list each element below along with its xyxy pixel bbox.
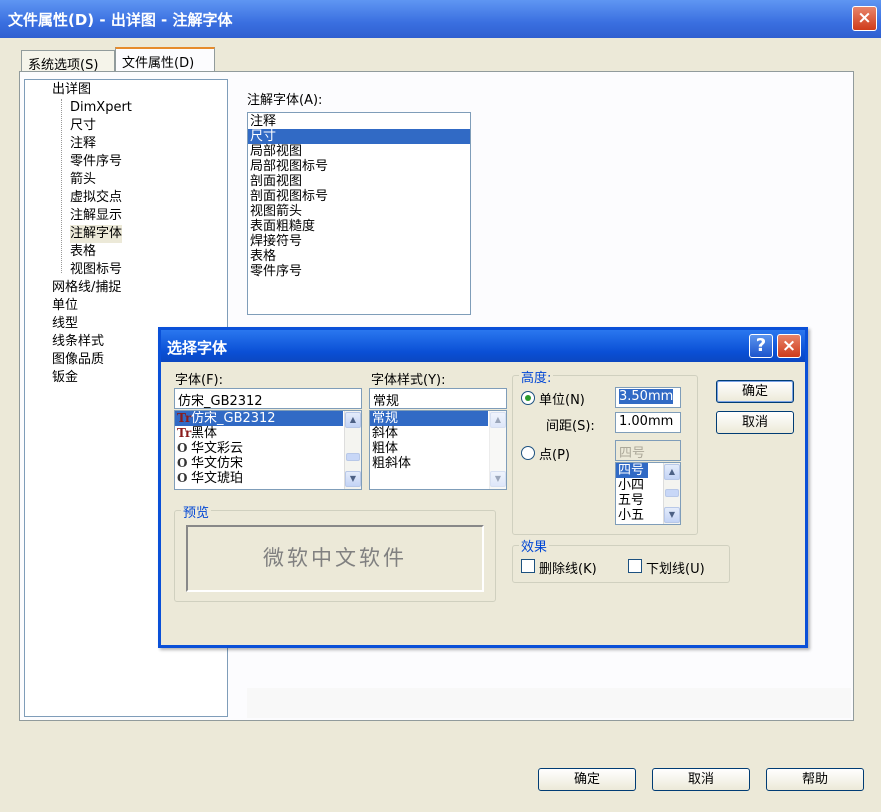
scroll-down-icon: ▼ [490,471,506,487]
list-item[interactable]: 零件序号 [248,264,470,279]
list-item[interactable]: 剖面视图标号 [248,189,470,204]
list-item[interactable]: 局部视图 [248,144,470,159]
truetype-font-icon: Tr [177,411,192,425]
list-item-selected[interactable]: 四号 [616,463,648,478]
tree-item-virtual-sharps[interactable]: 虚拟交点 [70,189,122,207]
scroll-down-icon[interactable]: ▼ [345,471,361,487]
window-title: 文件属性(D) - 出详图 - 注解字体 [8,11,233,29]
annotation-font-label: 注解字体(A): [247,93,323,108]
tab-document-properties[interactable]: 文件属性(D) [115,47,215,72]
tree-line [61,99,62,273]
font-label: 字体(F): [175,373,224,388]
scroll-down-icon[interactable]: ▼ [664,507,680,523]
dialog-ok-button[interactable]: 确定 [716,380,794,403]
scroll-up-icon: ▲ [490,412,506,428]
list-item[interactable]: 注释 [248,114,470,129]
spacing-input[interactable]: 1.00mm [615,412,681,433]
tree-item-grid-snap[interactable]: 网格线/捕捉 [52,279,121,297]
scroll-thumb[interactable] [346,453,360,461]
dialog-close-icon[interactable]: × [777,334,801,358]
list-item[interactable]: 粗斜体 [370,456,506,471]
tree-item-detailing[interactable]: 出详图 [52,81,91,99]
font-preview: 微软中文软件 [186,525,484,592]
list-item-selected[interactable]: Tr仿宋_GB2312 [175,411,343,426]
list-item[interactable]: 视图箭头 [248,204,470,219]
opentype-font-icon: O [177,471,188,485]
font-style-label: 字体样式(Y): [371,373,446,388]
style-list-scrollbar: ▲ ▼ [489,411,506,489]
underline-label: 下划线(U) [646,562,705,577]
list-item[interactable]: 粗体 [370,441,506,456]
height-group-title: 高度: [519,367,554,386]
window-close-icon[interactable]: × [852,6,877,31]
scroll-up-icon[interactable]: ▲ [664,464,680,480]
unit-value-input[interactable]: 3.50mm [615,387,681,408]
window-titlebar: 文件属性(D) - 出详图 - 注解字体 [0,0,881,38]
points-radio[interactable] [521,446,535,460]
font-list[interactable]: Tr仿宋_GB2312 Tr黑体 O 华文彩云 O 华文仿宋 O 华文琥珀 ▲ ▼ [174,410,362,490]
help-icon[interactable]: ? [749,334,773,358]
tree-item-tables[interactable]: 表格 [70,243,96,261]
list-item[interactable]: 表格 [248,249,470,264]
opentype-font-icon: O [177,456,188,470]
list-item[interactable]: 剖面视图 [248,174,470,189]
list-item[interactable]: 表面粗糙度 [248,219,470,234]
font-style-list[interactable]: 常规 斜体 粗体 粗斜体 ▲ ▼ [369,410,507,490]
dialog-title: 选择字体 [167,339,228,357]
unit-radio[interactable] [521,391,535,405]
spacing-label: 间距(S): [546,419,595,434]
strikeout-label: 删除线(K) [539,562,597,577]
tab-system-options[interactable]: 系统选项(S) [21,50,115,73]
tree-item-image-quality[interactable]: 图像品质 [52,351,104,369]
tree-item-annotation-font[interactable]: 注解字体 [70,225,123,243]
tree-item-arrows[interactable]: 箭头 [70,171,96,189]
ok-button[interactable]: 确定 [538,768,636,791]
list-item[interactable]: O 华文彩云 [175,441,361,456]
tree-item-units[interactable]: 单位 [52,297,78,315]
unit-label: 单位(N) [539,393,585,408]
list-item[interactable]: O 华文仿宋 [175,456,361,471]
tree-item-dimxpert[interactable]: DimXpert [70,99,132,117]
tree-item-line-font[interactable]: 线型 [52,315,78,333]
preview-group-title: 预览 [181,502,212,521]
dialog-cancel-button[interactable]: 取消 [716,411,794,434]
tree-item-notes[interactable]: 注释 [70,135,96,153]
list-item[interactable]: 焊接符号 [248,234,470,249]
tree-item-annotation-display[interactable]: 注解显示 [70,207,122,225]
choose-font-dialog: 选择字体 ? × 字体(F): 仿宋_GB2312 Tr仿宋_GB2312 Tr… [158,327,808,648]
help-button[interactable]: 帮助 [766,768,864,791]
opentype-font-icon: O [177,441,188,455]
list-item[interactable]: 局部视图标号 [248,159,470,174]
list-item[interactable]: O 华文琥珀 [175,471,361,486]
list-item-selected[interactable]: 常规 [370,411,488,426]
tree-item-balloons[interactable]: 零件序号 [70,153,122,171]
cancel-button[interactable]: 取消 [652,768,750,791]
points-input: 四号 [615,440,681,461]
list-item[interactable]: Tr黑体 [175,426,361,441]
dialog-titlebar: 选择字体 [161,330,805,362]
font-name-input[interactable]: 仿宋_GB2312 [174,388,362,409]
list-item[interactable]: 斜体 [370,426,506,441]
points-list-scrollbar[interactable]: ▲ ▼ [663,463,680,524]
font-style-input[interactable]: 常规 [369,388,507,409]
effects-group-title: 效果 [519,536,550,555]
truetype-font-icon: Tr [177,426,192,440]
strikeout-checkbox[interactable] [521,559,535,573]
points-list[interactable]: 四号 小四 五号 小五 ▲ ▼ [615,462,681,525]
annotation-font-list[interactable]: 注释 尺寸 局部视图 局部视图标号 剖面视图 剖面视图标号 视图箭头 表面粗糙度… [247,112,471,315]
list-item-selected[interactable]: 尺寸 [248,129,470,144]
points-label: 点(P) [539,448,570,463]
tree-item-line-style[interactable]: 线条样式 [52,333,104,351]
tree-item-sheet-metal[interactable]: 钣金 [52,369,78,387]
content-footer-area [247,688,851,718]
tree-item-view-labels[interactable]: 视图标号 [70,261,122,279]
scroll-up-icon[interactable]: ▲ [345,412,361,428]
scroll-thumb[interactable] [665,489,679,497]
font-list-scrollbar[interactable]: ▲ ▼ [344,411,361,489]
tree-item-dimensions[interactable]: 尺寸 [70,117,96,135]
underline-checkbox[interactable] [628,559,642,573]
